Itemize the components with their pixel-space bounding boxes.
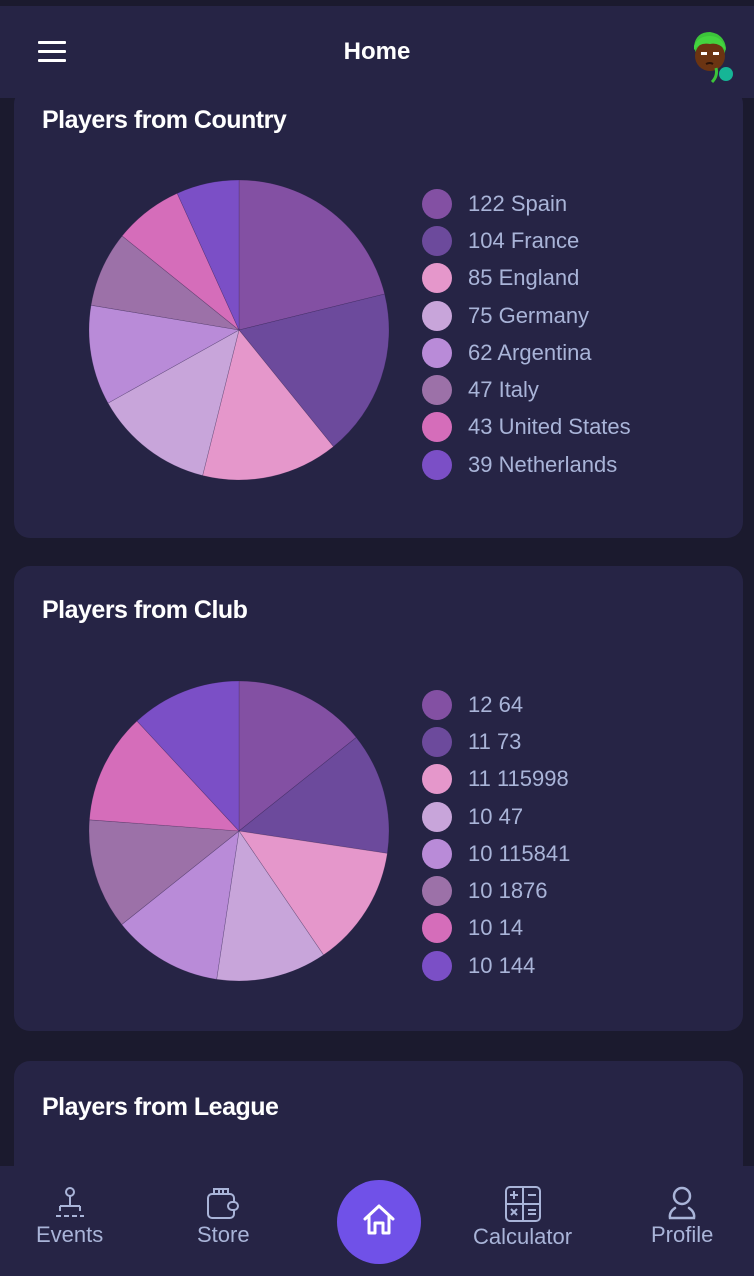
avatar[interactable] xyxy=(686,28,736,84)
legend-item: 62 Argentina xyxy=(422,334,631,371)
legend-label: 43 United States xyxy=(468,414,631,440)
legend-item: 10 144 xyxy=(422,947,570,984)
card-title: Players from League xyxy=(42,1093,279,1121)
nav-item-events[interactable]: Events xyxy=(36,1186,103,1248)
legend-swatch xyxy=(422,801,452,832)
calculator-icon xyxy=(504,1186,541,1222)
hamburger-icon-line xyxy=(38,59,66,62)
club-pie-chart xyxy=(88,680,390,982)
legend-item: 47 Italy xyxy=(422,371,631,408)
bottom-nav: Events Store Calculator Profile xyxy=(0,1166,754,1276)
country-pie-chart xyxy=(88,179,390,481)
legend-item: 104 France xyxy=(422,222,631,259)
legend-item: 10 115841 xyxy=(422,835,570,872)
legend-item: 39 Netherlands xyxy=(422,446,631,483)
wallet-icon xyxy=(205,1186,241,1220)
legend-swatch xyxy=(422,375,452,406)
legend-swatch xyxy=(422,188,452,219)
hamburger-menu-button[interactable] xyxy=(38,41,66,63)
legend-label: 11 73 xyxy=(468,728,522,754)
nav-item-calculator[interactable]: Calculator xyxy=(473,1186,572,1250)
legend-label: 10 1876 xyxy=(468,878,548,904)
legend-label: 10 47 xyxy=(468,803,524,829)
legend-swatch xyxy=(422,876,452,907)
legend-item: 12 64 xyxy=(422,686,570,723)
nav-label: Profile xyxy=(651,1222,714,1247)
legend-swatch xyxy=(422,726,452,757)
legend-swatch xyxy=(422,300,452,331)
legend-label: 12 64 xyxy=(468,691,524,717)
hamburger-icon-line xyxy=(38,50,66,53)
events-icon xyxy=(54,1186,86,1220)
legend-label: 10 144 xyxy=(468,952,536,978)
hamburger-icon xyxy=(38,41,66,44)
legend-swatch xyxy=(422,913,452,944)
card-title: Players from Country xyxy=(42,106,287,134)
legend-item: 11 115998 xyxy=(422,761,570,798)
club-chart-card: Players from Club 12 64 11 73 11 115998 10 … xyxy=(14,566,743,1031)
page-title: Home xyxy=(343,38,411,65)
nav-label: Events xyxy=(36,1222,104,1247)
legend-swatch xyxy=(422,689,452,720)
legend-item: 122 Spain xyxy=(422,185,631,222)
legend-label: 10 115841 xyxy=(468,840,571,866)
nav-label: Store xyxy=(197,1222,250,1247)
profile-icon xyxy=(665,1186,699,1220)
legend-label: 11 115998 xyxy=(468,766,569,792)
legend-swatch xyxy=(422,764,452,795)
legend-item: 75 Germany xyxy=(422,297,631,334)
card-title: Players from Club xyxy=(42,596,248,624)
legend-label: 104 France xyxy=(468,227,580,253)
legend-label: 47 Italy xyxy=(468,377,539,403)
legend-label: 122 Spain xyxy=(468,190,568,216)
legend-label: 62 Argentina xyxy=(468,339,592,365)
legend-swatch xyxy=(422,263,452,294)
nav-label: Calculator xyxy=(473,1224,573,1249)
legend-item: 10 1876 xyxy=(422,872,570,909)
home-icon xyxy=(361,1202,397,1243)
legend-label: 85 England xyxy=(468,265,580,291)
content-scroll[interactable]: Players from Country 122 Spain 104 France… xyxy=(0,98,754,1166)
legend-swatch xyxy=(422,337,452,368)
legend-item: 11 73 xyxy=(422,723,570,760)
legend-swatch xyxy=(422,449,452,480)
legend-item: 43 United States xyxy=(422,409,631,446)
user-avatar-icon xyxy=(694,32,733,84)
online-status-dot xyxy=(719,67,733,81)
country-chart-card: Players from Country 122 Spain 104 France… xyxy=(14,98,743,538)
country-legend: 122 Spain 104 France 85 England 75 Germany 6… xyxy=(422,185,631,483)
app-bar: Home xyxy=(0,6,754,98)
legend-swatch xyxy=(422,838,452,869)
legend-label: 39 Netherlands xyxy=(468,451,618,477)
legend-item: 10 47 xyxy=(422,798,570,835)
nav-item-home[interactable] xyxy=(337,1180,421,1264)
club-legend: 12 64 11 73 11 115998 10 47 10 115841 10 1876… xyxy=(422,686,570,984)
legend-item: 85 England xyxy=(422,260,631,297)
league-chart-card: Players from League xyxy=(14,1061,743,1166)
legend-swatch xyxy=(422,225,452,256)
legend-label: 75 Germany xyxy=(468,302,590,328)
legend-label: 10 14 xyxy=(468,915,524,941)
legend-swatch xyxy=(422,412,452,443)
nav-item-store[interactable]: Store xyxy=(197,1186,250,1248)
legend-swatch xyxy=(422,950,452,981)
nav-item-profile[interactable]: Profile xyxy=(651,1186,713,1248)
legend-item: 10 14 xyxy=(422,910,570,947)
